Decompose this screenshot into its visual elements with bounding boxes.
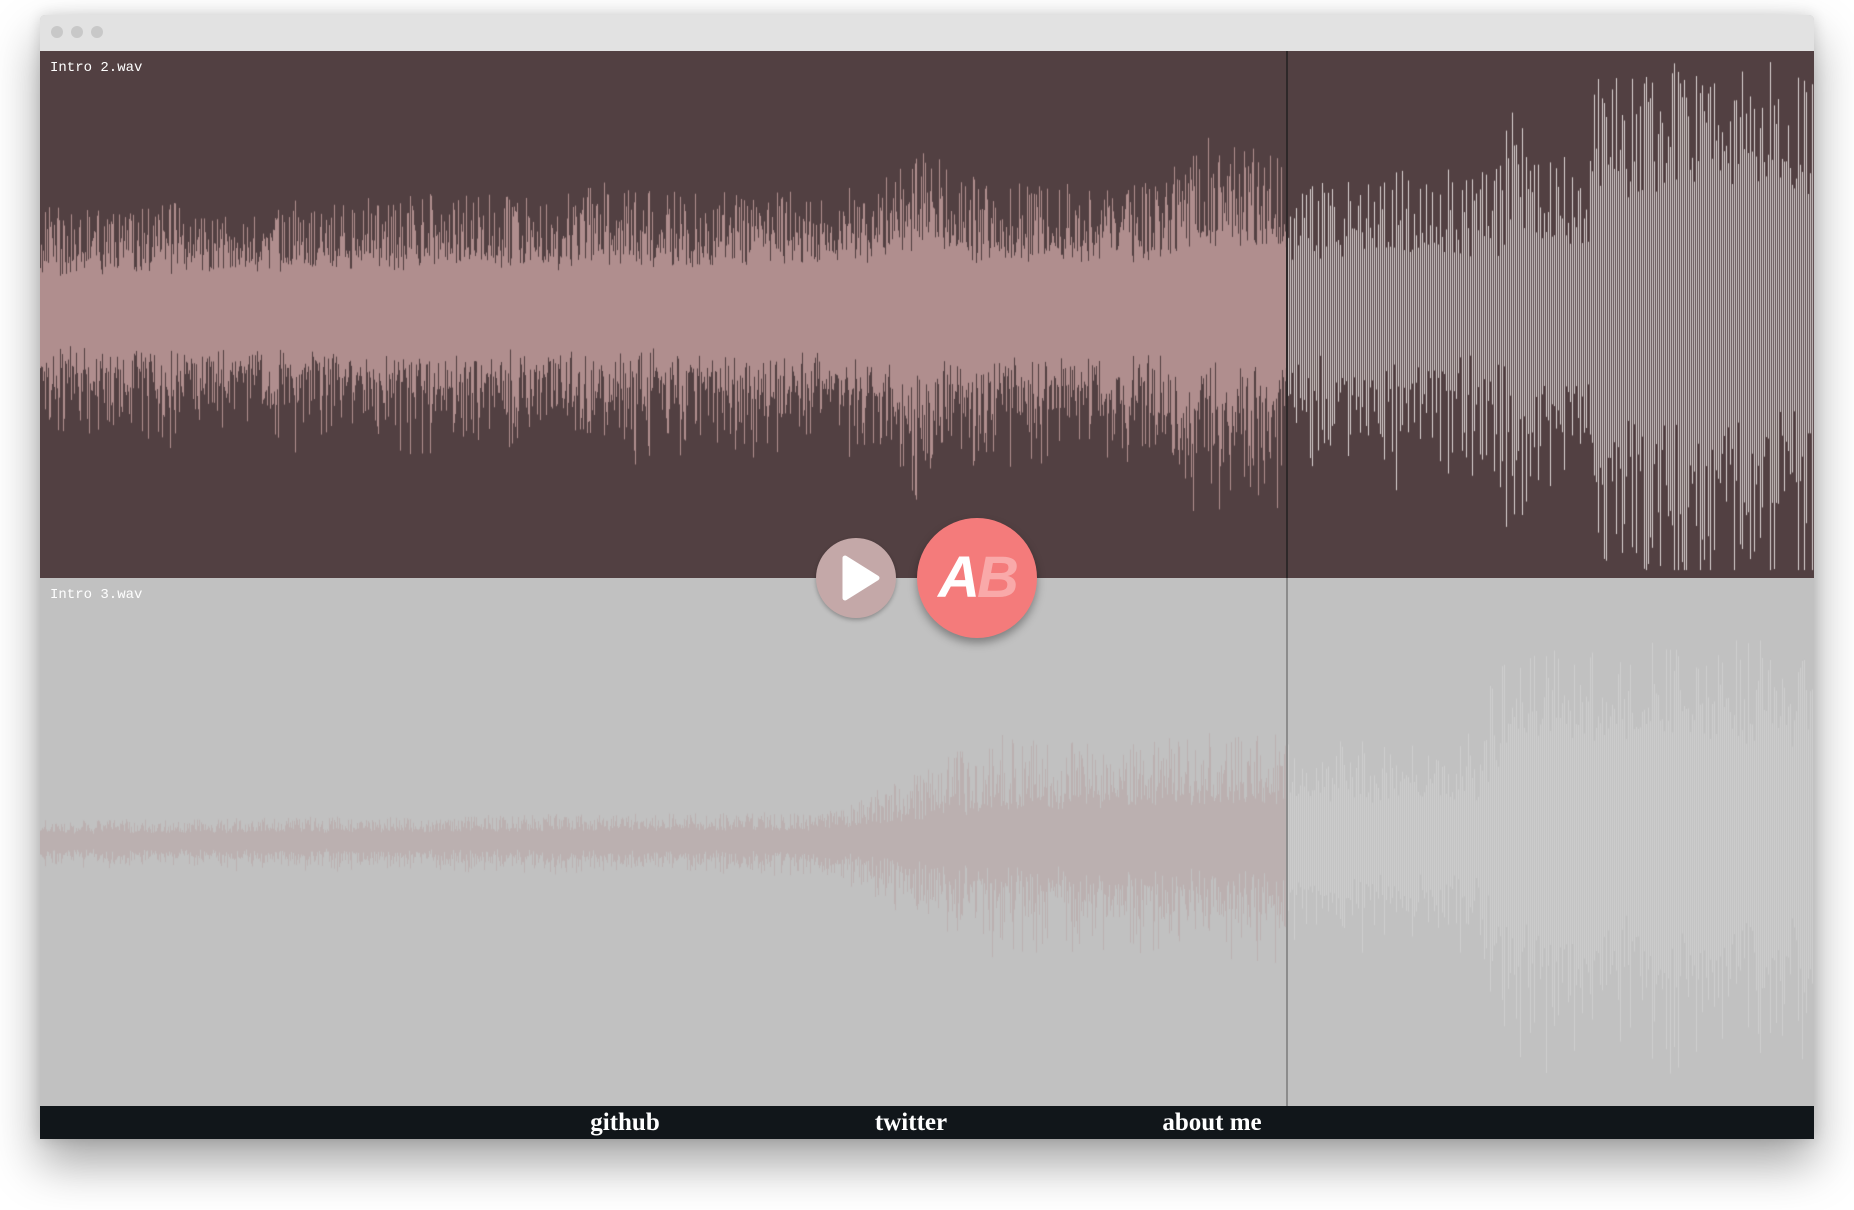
minimize-dot-icon[interactable] — [71, 26, 83, 38]
zoom-dot-icon[interactable] — [91, 26, 103, 38]
title-bar — [40, 15, 1814, 51]
ab-toggle-button[interactable]: AB — [917, 518, 1037, 638]
track-file-name-a: Intro 2.wav — [50, 60, 143, 76]
play-button[interactable] — [816, 538, 896, 618]
close-dot-icon[interactable] — [51, 26, 63, 38]
waveform-a[interactable] — [40, 51, 1814, 578]
play-icon — [842, 555, 880, 601]
footer-link-github[interactable]: github — [590, 1106, 659, 1139]
footer-link-about-me[interactable]: about me — [1162, 1106, 1261, 1139]
footer: github twitter about me — [40, 1106, 1814, 1139]
app-window: Intro 2.wav Intro 3.wav AB github twitte… — [40, 15, 1814, 1139]
playhead-a — [1286, 51, 1289, 578]
ab-label-b: B — [977, 545, 1019, 610]
footer-link-twitter[interactable]: twitter — [875, 1106, 947, 1139]
ab-label-a: A — [938, 545, 980, 610]
playhead-b — [1286, 578, 1289, 1106]
track-b[interactable]: Intro 3.wav — [40, 578, 1814, 1106]
waveform-b[interactable] — [40, 578, 1814, 1106]
track-file-name-b: Intro 3.wav — [50, 587, 143, 603]
track-a[interactable]: Intro 2.wav — [40, 51, 1814, 578]
